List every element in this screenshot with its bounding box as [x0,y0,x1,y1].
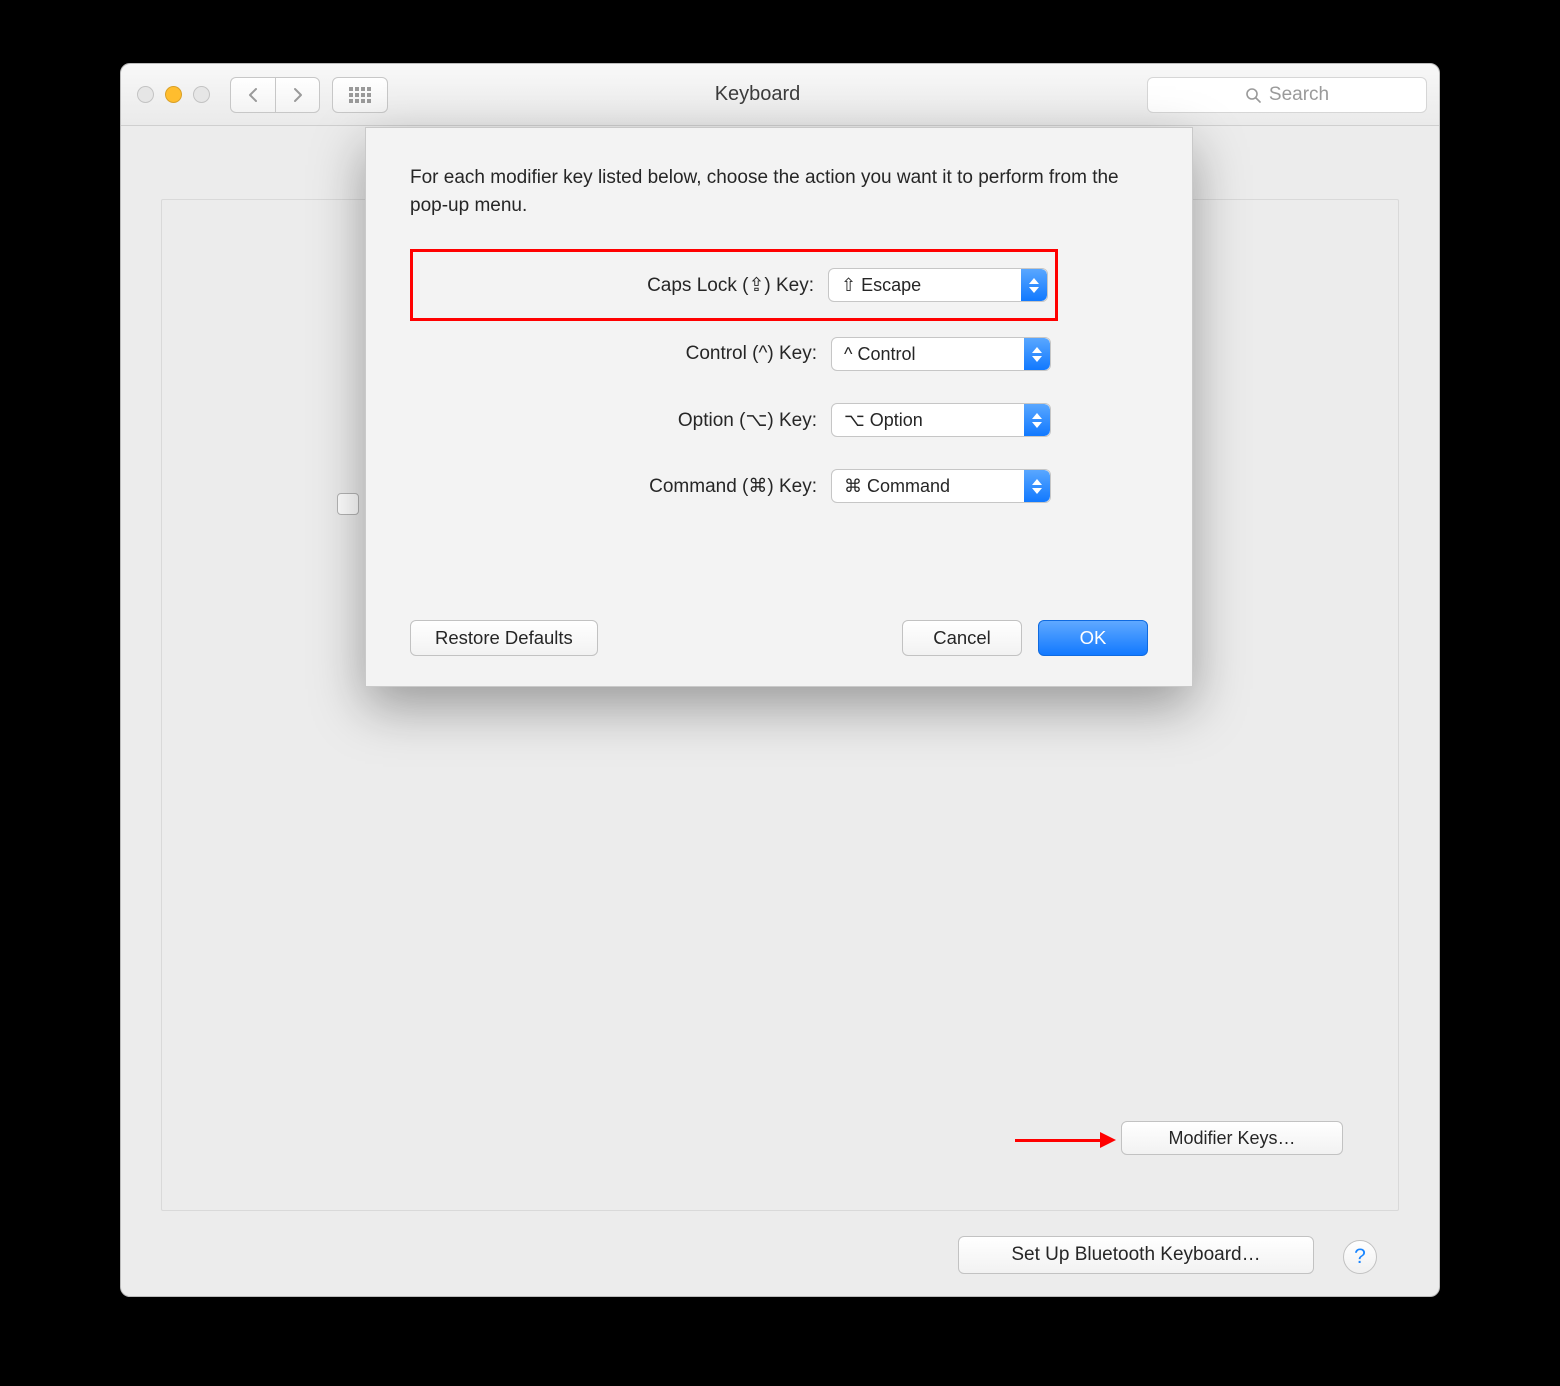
option-value: ⌥ Option [832,410,923,431]
ok-button[interactable]: OK [1038,620,1148,656]
capslock-popup[interactable]: ⇧ Escape [828,268,1048,302]
restore-defaults-button[interactable]: Restore Defaults [410,620,598,656]
chevron-left-icon [247,87,259,103]
option-popup[interactable]: ⌥ Option [831,403,1051,437]
fn-keys-checkbox[interactable] [337,493,359,515]
setup-bluetooth-button[interactable]: Set Up Bluetooth Keyboard… [958,1236,1314,1274]
forward-button[interactable] [275,77,320,113]
popup-arrows-icon [1024,404,1050,436]
row-control: Control (^) Key: ^ Control [410,321,1058,387]
modifier-keys-button[interactable]: Modifier Keys… [1121,1121,1343,1155]
annotation-arrow [1015,1132,1116,1148]
popup-arrows-icon [1024,338,1050,370]
cancel-button[interactable]: Cancel [902,620,1022,656]
zoom-window-button[interactable] [193,86,210,103]
sheet-footer: Restore Defaults Cancel OK [410,620,1148,656]
close-window-button[interactable] [137,86,154,103]
command-label: Command (⌘) Key: [527,475,817,498]
control-popup[interactable]: ^ Control [831,337,1051,371]
minimize-window-button[interactable] [165,86,182,103]
help-button[interactable]: ? [1343,1240,1377,1274]
row-option: Option (⌥) Key: ⌥ Option [410,387,1058,453]
popup-arrows-icon [1021,269,1047,301]
show-all-button[interactable] [332,77,388,113]
search-field[interactable]: Search [1147,77,1427,113]
back-button[interactable] [230,77,275,113]
option-label: Option (⌥) Key: [527,409,817,432]
nav-buttons [230,77,320,113]
popup-arrows-icon [1024,470,1050,502]
capslock-label: Caps Lock (⇪) Key: [524,274,814,297]
search-placeholder: Search [1269,84,1329,106]
preferences-window: Keyboard Search Use all F1, F2, etc. key… [120,63,1440,1297]
capslock-value: ⇧ Escape [829,275,921,296]
window-title: Keyboard [388,83,1147,106]
command-popup[interactable]: ⌘ Command [831,469,1051,503]
row-capslock: Caps Lock (⇪) Key: ⇧ Escape [410,249,1058,321]
window-controls [137,86,210,103]
command-value: ⌘ Command [832,476,950,497]
modifier-rows: Caps Lock (⇪) Key: ⇧ Escape Control (^) … [410,239,1148,519]
sheet-description: For each modifier key listed below, choo… [410,164,1148,219]
chevron-right-icon [292,87,304,103]
modifier-keys-sheet: For each modifier key listed below, choo… [365,127,1193,687]
search-icon [1245,87,1261,103]
control-value: ^ Control [832,344,915,365]
control-label: Control (^) Key: [527,343,817,365]
titlebar: Keyboard Search [121,64,1439,126]
grid-icon [349,87,371,103]
row-command: Command (⌘) Key: ⌘ Command [410,453,1058,519]
